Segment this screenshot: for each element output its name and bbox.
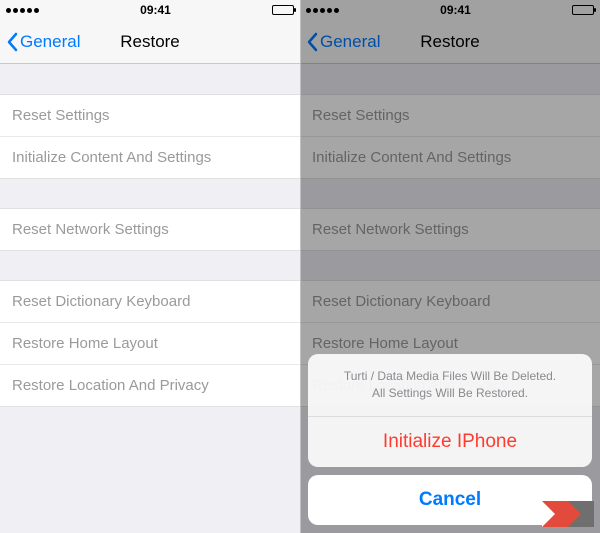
restore-home-cell[interactable]: Restore Home Layout <box>0 322 300 365</box>
signal-icon <box>6 8 39 13</box>
chevron-left-icon <box>6 32 18 52</box>
reset-dictionary-cell[interactable]: Reset Dictionary Keyboard <box>0 280 300 323</box>
action-sheet-message: Turti / Data Media Files Will Be Deleted… <box>308 354 592 417</box>
action-sheet-group: Turti / Data Media Files Will Be Deleted… <box>308 354 592 467</box>
restore-location-cell[interactable]: Restore Location And Privacy <box>0 364 300 407</box>
back-label: General <box>20 32 80 52</box>
settings-group: Reset Dictionary Keyboard Restore Home L… <box>0 280 300 407</box>
nav-bar: General Restore <box>0 20 300 64</box>
chevron-left-icon <box>306 32 318 52</box>
reset-settings-cell[interactable]: Reset Settings <box>300 94 600 137</box>
screen-left: 09:41 General Restore Reset Settings Ini… <box>0 0 300 533</box>
watermark-badge <box>542 501 594 527</box>
status-left <box>6 8 39 13</box>
settings-group: Reset Network Settings <box>0 208 300 251</box>
status-right <box>272 5 294 15</box>
screen-divider <box>300 0 301 533</box>
reset-dictionary-cell[interactable]: Reset Dictionary Keyboard <box>300 280 600 323</box>
back-button[interactable]: General <box>0 32 80 52</box>
initialize-iphone-button[interactable]: Initialize IPhone <box>308 417 592 467</box>
status-bar: 09:41 <box>300 0 600 20</box>
settings-group: Reset Network Settings <box>300 208 600 251</box>
initialize-content-cell[interactable]: Initialize Content And Settings <box>0 136 300 179</box>
status-time: 09:41 <box>140 3 171 17</box>
sheet-message-line: Turti / Data Media Files Will Be Deleted… <box>324 368 576 385</box>
screen-right: 09:41 General Restore Reset Settings Ini… <box>300 0 600 533</box>
back-button[interactable]: General <box>300 32 380 52</box>
settings-list: Reset Settings Initialize Content And Se… <box>0 94 300 407</box>
signal-icon <box>306 8 339 13</box>
status-left <box>306 8 339 13</box>
sheet-message-line: All Settings Will Be Restored. <box>324 385 576 402</box>
battery-icon <box>272 5 294 15</box>
settings-group: Reset Settings Initialize Content And Se… <box>300 94 600 179</box>
nav-bar: General Restore <box>300 20 600 64</box>
watermark-icon <box>568 501 594 527</box>
back-label: General <box>320 32 380 52</box>
battery-icon <box>572 5 594 15</box>
reset-settings-cell[interactable]: Reset Settings <box>0 94 300 137</box>
settings-group: Reset Settings Initialize Content And Se… <box>0 94 300 179</box>
reset-network-cell[interactable]: Reset Network Settings <box>300 208 600 251</box>
initialize-content-cell[interactable]: Initialize Content And Settings <box>300 136 600 179</box>
status-right <box>572 5 594 15</box>
status-time: 09:41 <box>440 3 471 17</box>
status-bar: 09:41 <box>0 0 300 20</box>
reset-network-cell[interactable]: Reset Network Settings <box>0 208 300 251</box>
watermark-icon <box>542 501 568 527</box>
action-sheet: Turti / Data Media Files Will Be Deleted… <box>308 354 592 525</box>
